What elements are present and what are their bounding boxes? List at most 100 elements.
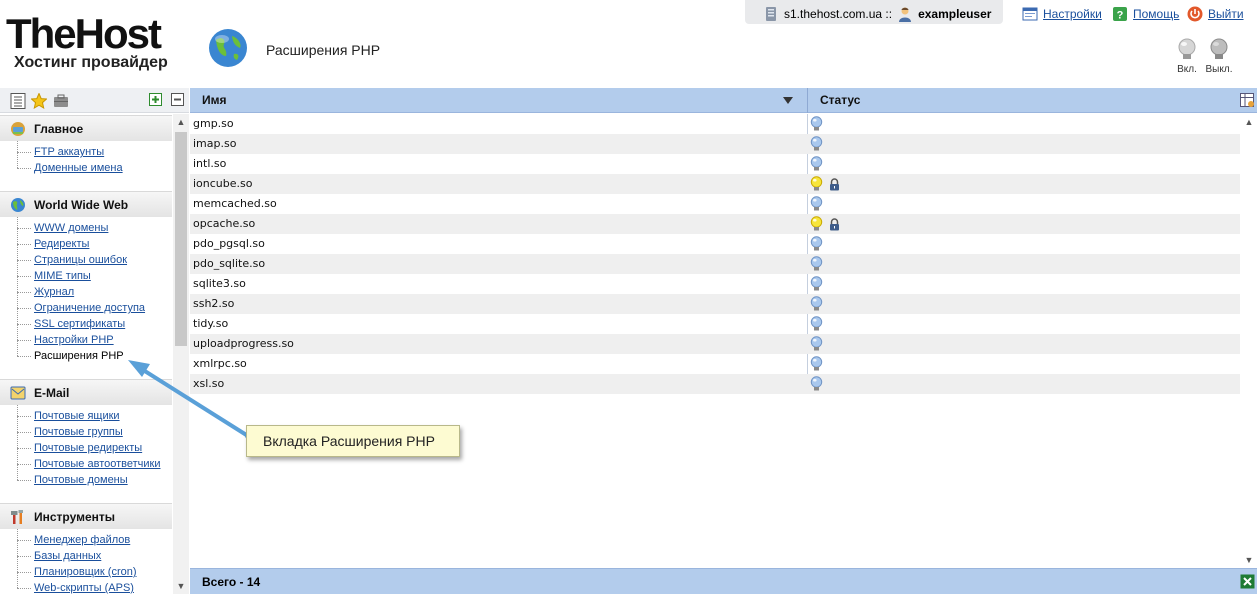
sidebar-section-email: E-Mail Почтовые ящики Почтовые группы По… (0, 379, 172, 488)
extension-status (810, 136, 823, 152)
table-row[interactable]: ssh2.so (190, 294, 1240, 314)
mail-icon (10, 386, 26, 399)
table-row[interactable]: pdo_sqlite.so (190, 254, 1240, 274)
svg-text:?: ? (1117, 10, 1124, 22)
bulb-on-icon[interactable] (810, 216, 823, 232)
logout-link-wrap[interactable]: Выйти (1187, 6, 1244, 22)
table-row[interactable]: uploadprogress.so (190, 334, 1240, 354)
logo[interactable]: TheHost Хостинг провайдер (6, 13, 192, 76)
column-settings-icon[interactable] (1240, 93, 1255, 108)
scroll-up-arrow[interactable]: ▲ (1241, 114, 1257, 130)
bulb-off-icon[interactable] (810, 316, 823, 332)
bulb-off-icon[interactable] (810, 356, 823, 372)
table-row[interactable]: opcache.so (190, 214, 1240, 234)
settings-link-wrap[interactable]: Настройки (1022, 6, 1102, 22)
sidebar-item-ssl[interactable]: SSL сертификаты (17, 316, 172, 332)
scroll-down-arrow[interactable]: ▼ (173, 578, 189, 594)
extension-name: sqlite3.so (193, 277, 246, 290)
extension-status (810, 256, 823, 272)
bulb-off-icon[interactable] (810, 256, 823, 272)
list-view-icon[interactable] (10, 93, 26, 109)
table-row[interactable]: tidy.so (190, 314, 1240, 334)
bulb-off-icon[interactable] (810, 276, 823, 292)
topbar: s1.thehost.com.ua :: exampleuser Настрой… (745, 0, 1257, 26)
bulb-off-icon[interactable] (810, 336, 823, 352)
sidebar-section-header[interactable]: E-Mail (0, 379, 172, 405)
sidebar-section-header[interactable]: Инструменты (0, 503, 172, 529)
help-link-wrap[interactable]: ? Помощь (1112, 6, 1179, 22)
sidebar-section-header[interactable]: Главное (0, 115, 172, 141)
sidebar-item-autoresponders[interactable]: Почтовые автоответчики (17, 456, 172, 472)
disable-button[interactable]: Выкл. (1204, 38, 1234, 75)
sidebar-item-mailboxes[interactable]: Почтовые ящики (17, 408, 172, 424)
scroll-up-arrow[interactable]: ▲ (173, 114, 189, 130)
server-name: s1.thehost.com.ua :: (784, 7, 893, 21)
sidebar: Главное FTP аккаунты Доменные имена Worl… (0, 88, 189, 594)
column-header-status[interactable]: Статус (820, 88, 860, 113)
expand-all-icon[interactable] (149, 93, 162, 106)
sidebar-section-tools: Инструменты Менеджер файлов Базы данных … (0, 503, 172, 594)
table-scrollbar[interactable]: ▲ ▼ (1241, 114, 1257, 568)
sidebar-item-mail-groups[interactable]: Почтовые группы (17, 424, 172, 440)
extension-status (810, 176, 840, 192)
bulb-off-icon[interactable] (810, 156, 823, 172)
bulb-off-icon[interactable] (810, 296, 823, 312)
column-header-name[interactable]: Имя (202, 88, 227, 113)
table-row[interactable]: pdo_pgsql.so (190, 234, 1240, 254)
table-row[interactable]: imap.so (190, 134, 1240, 154)
sidebar-item-web-scripts[interactable]: Web-скрипты (APS) (17, 580, 172, 594)
sidebar-item-databases[interactable]: Базы данных (17, 548, 172, 564)
sidebar-item-access-restriction[interactable]: Ограничение доступа (17, 300, 172, 316)
sidebar-item-error-pages[interactable]: Страницы ошибок (17, 252, 172, 268)
bulb-off-icon[interactable] (810, 196, 823, 212)
sidebar-item-ftp[interactable]: FTP аккаунты (17, 144, 172, 160)
sidebar-item-www-domains[interactable]: WWW домены (17, 220, 172, 236)
bulb-off-icon[interactable] (810, 136, 823, 152)
table-row[interactable]: ioncube.so (190, 174, 1240, 194)
bulb-off-icon[interactable] (810, 116, 823, 132)
excel-export-icon[interactable] (1240, 574, 1255, 589)
sidebar-item-domains[interactable]: Доменные имена (17, 160, 172, 176)
sidebar-item-php-extensions[interactable]: Расширения PHP (17, 348, 172, 364)
help-link[interactable]: Помощь (1133, 7, 1179, 21)
briefcase-icon[interactable] (53, 93, 69, 109)
sidebar-item-php-settings[interactable]: Настройки PHP (17, 332, 172, 348)
bulb-off-icon[interactable] (810, 376, 823, 392)
favorites-icon[interactable] (31, 93, 47, 109)
power-icon (1187, 6, 1203, 22)
sort-desc-icon[interactable] (783, 97, 793, 104)
table-row[interactable]: xmlrpc.so (190, 354, 1240, 374)
enable-button[interactable]: Вкл. (1172, 38, 1202, 75)
sidebar-scroll-thumb[interactable] (175, 132, 187, 346)
table-row[interactable]: memcached.so (190, 194, 1240, 214)
scroll-down-arrow[interactable]: ▼ (1241, 552, 1257, 568)
sidebar-item-mime-types[interactable]: MIME типы (17, 268, 172, 284)
settings-link[interactable]: Настройки (1043, 7, 1102, 21)
table-row[interactable]: gmp.so (190, 114, 1240, 134)
sidebar-section-www: World Wide Web WWW домены Редиректы Стра… (0, 191, 172, 364)
logout-link[interactable]: Выйти (1208, 7, 1244, 21)
extension-status (810, 336, 823, 352)
sidebar-section-header[interactable]: World Wide Web (0, 191, 172, 217)
sidebar-item-redirects[interactable]: Редиректы (17, 236, 172, 252)
header: TheHost Хостинг провайдер Расширения PHP… (0, 0, 1257, 88)
lock-icon (830, 217, 839, 230)
table-row[interactable]: intl.so (190, 154, 1240, 174)
lamp-toolbar: Вкл. Выкл. (1172, 38, 1242, 78)
sidebar-item-list: Почтовые ящики Почтовые группы Почтовые … (0, 405, 172, 488)
sidebar-scrollbar[interactable]: ▲ ▼ (173, 114, 189, 594)
table-row[interactable]: xsl.so (190, 374, 1240, 394)
column-divider[interactable] (807, 88, 808, 113)
sidebar-item-file-manager[interactable]: Менеджер файлов (17, 532, 172, 548)
sidebar-item-mail-redirects[interactable]: Почтовые редиректы (17, 440, 172, 456)
extension-status (810, 196, 823, 212)
sidebar-item-cron[interactable]: Планировщик (cron) (17, 564, 172, 580)
username[interactable]: exampleuser (918, 7, 991, 21)
bulb-on-icon[interactable] (810, 176, 823, 192)
total-count: Всего - 14 (202, 575, 261, 589)
sidebar-item-mail-domains[interactable]: Почтовые домены (17, 472, 172, 488)
sidebar-item-log[interactable]: Журнал (17, 284, 172, 300)
collapse-all-icon[interactable] (171, 93, 184, 106)
table-row[interactable]: sqlite3.so (190, 274, 1240, 294)
bulb-off-icon[interactable] (810, 236, 823, 252)
